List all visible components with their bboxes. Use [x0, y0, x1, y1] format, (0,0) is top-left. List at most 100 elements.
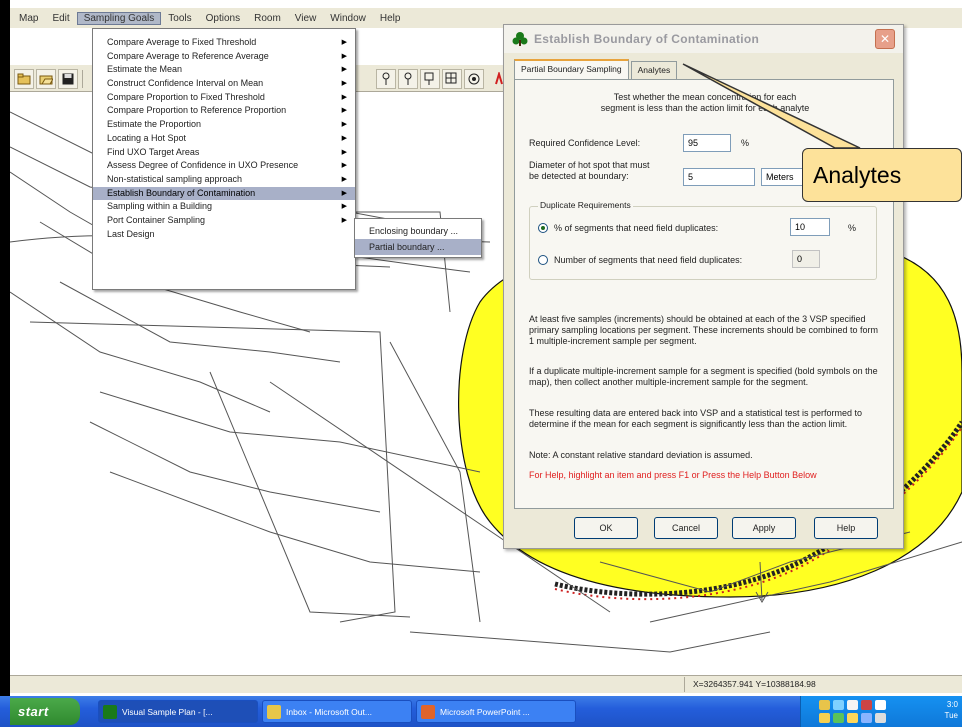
boundary-submenu: Enclosing boundary ... Partial boundary … — [354, 218, 482, 258]
menu-sampling-goals[interactable]: Sampling Goals — [76, 11, 162, 25]
menu-item-port-container[interactable]: Port Container Sampling ▶ — [93, 214, 355, 228]
dup-percent-input[interactable]: 10 — [790, 218, 830, 236]
menu-item-non-statistical[interactable]: Non-statistical sampling approach ▶ — [93, 173, 355, 187]
powerpoint-icon — [421, 704, 435, 719]
submenu-arrow-icon: ▶ — [341, 93, 347, 101]
system-tray: 3:0 Tue — [800, 696, 962, 727]
tray-icon[interactable] — [833, 713, 844, 723]
menu-item-estimate-proportion[interactable]: Estimate the Proportion ▶ — [93, 118, 355, 132]
confidence-label: Required Confidence Level: — [529, 138, 641, 148]
pin-icon[interactable] — [376, 69, 396, 89]
tray-icon[interactable] — [847, 700, 858, 710]
menu-item-compare-prop-fixed[interactable]: Compare Proportion to Fixed Threshold ▶ — [93, 91, 355, 105]
app-logo-icon — [512, 32, 528, 46]
instruction-paragraph-1: At least five samples (increments) shoul… — [529, 314, 879, 346]
close-icon: ✕ — [879, 32, 891, 46]
analytes-callout: Analytes — [802, 148, 962, 202]
diameter-input[interactable]: 5 — [683, 168, 755, 186]
menu-item-last-design[interactable]: Last Design — [93, 228, 355, 242]
dup-number-radio[interactable] — [538, 255, 548, 265]
close-button[interactable]: ✕ — [875, 29, 895, 49]
menu-item-confidence-interval[interactable]: Construct Confidence Interval on Mean ▶ — [93, 77, 355, 91]
submenu-arrow-icon: ▶ — [341, 66, 347, 74]
dialog-title: Establish Boundary of Contamination — [534, 32, 760, 46]
menu-item-estimate-mean[interactable]: Estimate the Mean ▶ — [93, 63, 355, 77]
menu-help[interactable]: Help — [373, 12, 408, 25]
menu-item-uxo-target[interactable]: Find UXO Target Areas ▶ — [93, 146, 355, 160]
task-outlook[interactable]: Inbox - Microsoft Out... — [262, 700, 412, 723]
pin-check-icon[interactable] — [420, 69, 440, 89]
pin-grid-icon[interactable] — [442, 69, 462, 89]
help-button[interactable]: Help — [814, 517, 878, 539]
task-visual-sample-plan[interactable]: Visual Sample Plan - [... — [98, 700, 258, 723]
dup-number-input[interactable]: 0 — [792, 250, 820, 268]
menu-item-compare-avg-fixed[interactable]: Compare Average to Fixed Threshold ▶ — [93, 36, 355, 50]
dup-percent-unit: % — [848, 223, 857, 233]
submenu-arrow-icon: ▶ — [341, 134, 347, 142]
help-hint: For Help, highlight an item and press F1… — [529, 470, 817, 480]
task-powerpoint[interactable]: Microsoft PowerPoint ... — [416, 700, 576, 723]
tray-icon[interactable] — [819, 713, 830, 723]
task-label: Inbox - Microsoft Out... — [286, 706, 372, 717]
tray-icon[interactable] — [861, 713, 872, 723]
note-text: Note: A constant relative standard devia… — [529, 450, 753, 460]
dup-number-label: Number of segments that need field dupli… — [554, 255, 743, 265]
menu-tools[interactable]: Tools — [161, 12, 198, 25]
submenu-item-partial[interactable]: Partial boundary ... — [355, 239, 481, 255]
intro-line-1: Test whether the mean concentration for … — [613, 92, 797, 102]
menu-map[interactable]: Map — [12, 12, 45, 25]
submenu-item-enclosing[interactable]: Enclosing boundary ... — [355, 223, 481, 239]
menu-window[interactable]: Window — [323, 12, 373, 25]
pin-question-icon[interactable] — [398, 69, 418, 89]
save-icon[interactable] — [58, 69, 78, 89]
submenu-arrow-icon: ▶ — [341, 52, 347, 60]
tray-icon[interactable] — [861, 700, 872, 710]
apply-button[interactable]: Apply — [732, 517, 796, 539]
menu-view[interactable]: View — [288, 12, 324, 25]
submenu-arrow-icon: ▶ — [341, 175, 347, 183]
dialog-titlebar[interactable]: Establish Boundary of Contamination ✕ — [504, 25, 903, 53]
coordinate-readout: X=3264357.941 Y=10388184.98 — [684, 677, 824, 692]
clock-day: Tue — [944, 711, 959, 720]
tray-icon[interactable] — [833, 700, 844, 710]
tray-icon[interactable] — [847, 713, 858, 723]
status-bar: X=3264357.941 Y=10388184.98 — [10, 675, 962, 693]
tray-icon[interactable] — [819, 700, 830, 710]
start-button[interactable]: start — [10, 698, 80, 725]
vsp-icon — [103, 704, 117, 719]
tab-analytes[interactable]: Analytes — [630, 61, 678, 79]
task-label: Microsoft PowerPoint ... — [440, 706, 530, 717]
submenu-arrow-icon: ▶ — [341, 216, 347, 224]
open-folder-icon[interactable] — [36, 69, 56, 89]
confidence-input[interactable]: 95 — [683, 134, 731, 152]
ok-button[interactable]: OK — [574, 517, 638, 539]
menu-item-uxo-confidence[interactable]: Assess Degree of Confidence in UXO Prese… — [93, 159, 355, 173]
tab-partial-boundary[interactable]: Partial Boundary Sampling — [514, 59, 629, 79]
instruction-paragraph-2: If a duplicate multiple-increment sample… — [529, 366, 878, 387]
clock[interactable]: 3:0 Tue — [945, 699, 959, 721]
menu-edit[interactable]: Edit — [45, 12, 76, 25]
diameter-label-1: Diameter of hot spot that must — [529, 160, 650, 170]
dup-percent-radio[interactable] — [538, 223, 548, 233]
menu-options[interactable]: Options — [199, 12, 247, 25]
menu-item-building[interactable]: Sampling within a Building ▶ — [93, 200, 355, 214]
tray-icon[interactable] — [875, 713, 886, 723]
menu-item-compare-prop-ref[interactable]: Compare Proportion to Reference Proporti… — [93, 104, 355, 118]
open-icon[interactable] — [14, 69, 34, 89]
duplicate-requirements-group: Duplicate Requirements % of segments tha… — [529, 200, 877, 280]
menu-item-establish-boundary[interactable]: Establish Boundary of Contamination ▶ — [93, 186, 355, 201]
submenu-arrow-icon: ▶ — [341, 107, 347, 115]
diameter-label-2: be detected at boundary: — [529, 171, 629, 181]
dup-percent-label: % of segments that need field duplicates… — [554, 223, 719, 233]
submenu-arrow-icon: ▶ — [341, 148, 347, 156]
taskbar: start Visual Sample Plan - [... Inbox - … — [0, 696, 962, 727]
callout-label: Analytes — [813, 161, 902, 188]
window-edge — [0, 0, 10, 727]
cancel-button[interactable]: Cancel — [654, 517, 718, 539]
target-icon[interactable] — [464, 69, 484, 89]
intro-line-2: segment is less than the action limit fo… — [600, 103, 810, 113]
menu-item-compare-avg-ref[interactable]: Compare Average to Reference Average ▶ — [93, 50, 355, 64]
menu-item-hot-spot[interactable]: Locating a Hot Spot ▶ — [93, 132, 355, 146]
tray-icon[interactable] — [875, 700, 886, 710]
menu-room[interactable]: Room — [247, 12, 288, 25]
